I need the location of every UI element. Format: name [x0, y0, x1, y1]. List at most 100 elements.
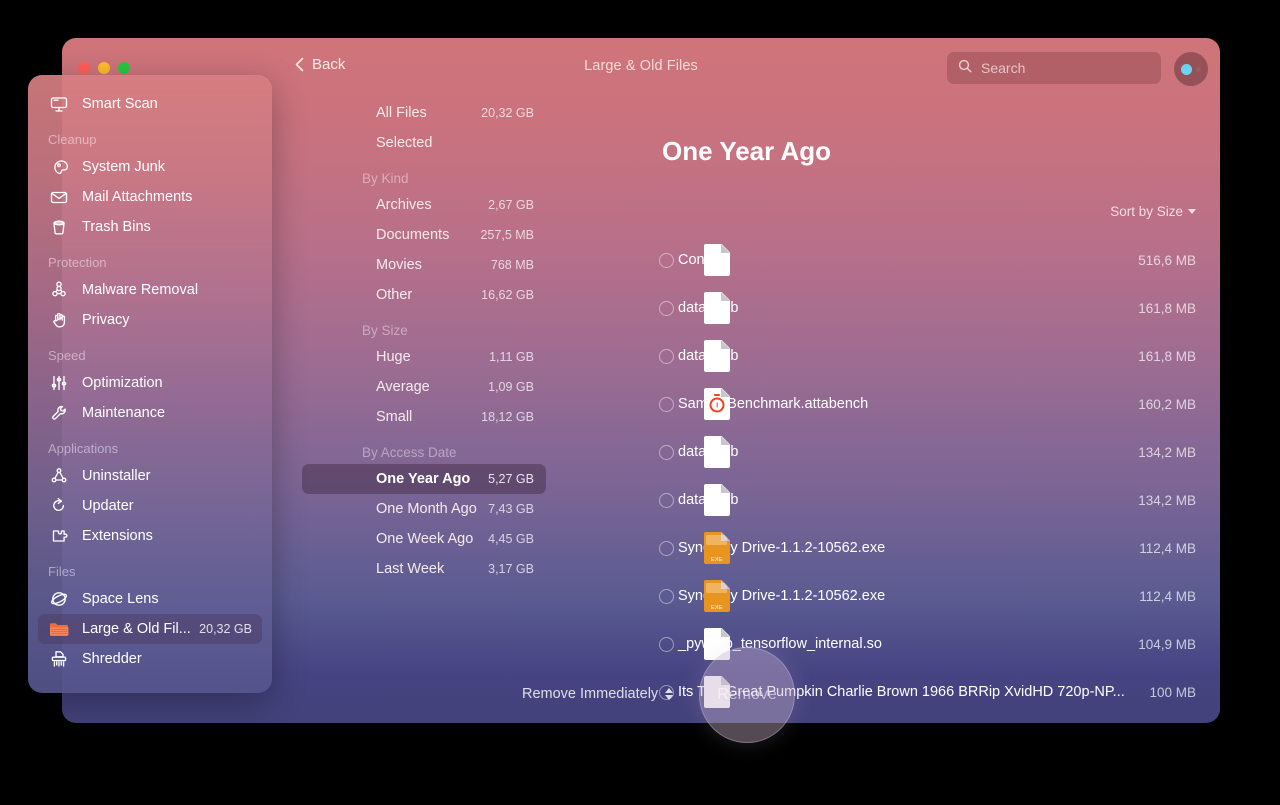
sidebar-group-label: Speed [48, 348, 86, 363]
sort-button[interactable]: Sort by Size [1110, 204, 1196, 219]
file-checkbox[interactable] [659, 444, 674, 460]
sidebar-item-space-lens[interactable]: Space Lens [38, 584, 262, 614]
file-name: data.mdb [662, 444, 1124, 460]
sidebar-item-system-junk[interactable]: System Junk [38, 152, 262, 182]
filter-item-one-week-ago[interactable]: One Week Ago 4,45 GB [302, 524, 546, 554]
file-row[interactable]: data.mdb 161,8 MB [548, 332, 1220, 380]
puzzle-piece-icon [48, 525, 70, 547]
filter-item-size: 18,12 GB [481, 410, 534, 424]
file-size: 161,8 MB [1138, 300, 1196, 316]
filter-item-one-year-ago[interactable]: One Year Ago 5,27 GB [302, 464, 546, 494]
file-name: Synology Drive-1.1.2-10562.exe [678, 540, 886, 556]
filter-item-other[interactable]: Other 16,62 GB [302, 280, 546, 310]
file-size: 161,8 MB [1138, 348, 1196, 364]
sidebar-item-extensions[interactable]: Extensions [38, 521, 262, 551]
monitor-icon [48, 93, 70, 115]
file-checkbox[interactable] [659, 492, 674, 508]
filter-item-movies[interactable]: Movies 768 MB [302, 250, 546, 280]
filter-item-one-month-ago[interactable]: One Month Ago 7,43 GB [302, 494, 546, 524]
sidebar: Smart Scan Cleanup System Junk Mail Attachm… [28, 75, 272, 693]
filter-item-size: 4,45 GB [488, 532, 534, 546]
sidebar-item-label: Updater [82, 498, 134, 514]
file-row[interactable]: data.mdb 161,8 MB [548, 284, 1220, 332]
sidebar-item-label: Trash Bins [82, 219, 151, 235]
sidebar-item-shredder[interactable]: Shredder [38, 644, 262, 674]
sidebar-group-label: Files [48, 564, 76, 579]
file-checkbox[interactable] [659, 348, 674, 364]
filter-item-archives[interactable]: Archives 2,67 GB [302, 190, 546, 220]
file-checkbox[interactable] [659, 636, 674, 652]
file-name: SampleBenchmark.attabench [678, 396, 869, 412]
avatar[interactable] [1174, 52, 1208, 86]
filter-item-label: One Month Ago [376, 501, 477, 517]
filter-item-label: All Files [376, 105, 427, 121]
file-checkbox[interactable] [659, 540, 674, 556]
filter-item-label: Selected [376, 135, 433, 151]
filter-item-size: 7,43 GB [488, 502, 534, 516]
search-input[interactable] [981, 60, 1150, 76]
file-checkbox[interactable] [659, 588, 674, 604]
file-checkbox[interactable] [659, 396, 674, 412]
sidebar-item-large-old-fil[interactable]: Large & Old Fil... 20,32 GB [38, 614, 262, 644]
refresh-arrow-icon [48, 495, 70, 517]
filter-item-size: 3,17 GB [488, 562, 534, 576]
sidebar-item-trash-bins[interactable]: Trash Bins [38, 212, 262, 242]
sidebar-item-mail-attachments[interactable]: Mail Attachments [38, 182, 262, 212]
file-row[interactable]: data.mdb 134,2 MB [548, 476, 1220, 524]
file-name: Synology Drive-1.1.2-10562.exe [678, 588, 886, 604]
filter-item-documents[interactable]: Documents 257,5 MB [302, 220, 546, 250]
file-row[interactable]: EXE Synology Drive-1.1.2-10562.exe 112,4 M… [548, 524, 1220, 572]
filter-item-average[interactable]: Average 1,09 GB [302, 372, 546, 402]
file-size: 134,2 MB [1138, 444, 1196, 460]
file-checkbox[interactable] [659, 300, 674, 316]
file-size: 516,6 MB [1138, 252, 1196, 268]
sidebar-item-label: Shredder [82, 651, 142, 667]
sidebar-item-label: Mail Attachments [82, 189, 193, 205]
remove-button[interactable]: Remove [699, 647, 795, 743]
file-row[interactable]: EXE Synology Drive-1.1.2-10562.exe 112,4 M… [548, 572, 1220, 620]
filter-item-selected[interactable]: Selected [302, 128, 546, 158]
filter-item-label: Documents [376, 227, 450, 243]
filter-item-huge[interactable]: Huge 1,11 GB [302, 342, 546, 372]
filter-item-size: 1,11 GB [489, 350, 534, 364]
filter-item-small[interactable]: Small 18,12 GB [302, 402, 546, 432]
sidebar-item-privacy[interactable]: Privacy [38, 305, 262, 335]
sidebar-group-label: Applications [48, 441, 119, 456]
document-icon [704, 244, 730, 276]
file-row[interactable]: SampleBenchmark.attabench 160,2 MB [548, 380, 1220, 428]
filter-item-label: One Year Ago [376, 471, 471, 487]
file-row[interactable]: data.mdb 134,2 MB [548, 428, 1220, 476]
sidebar-item-label: System Junk [82, 159, 165, 175]
sidebar-item-maintenance[interactable]: Maintenance [38, 398, 262, 428]
filter-item-last-week[interactable]: Last Week 3,17 GB [302, 554, 546, 584]
remove-mode-label: Remove Immediately [522, 686, 659, 702]
folder-icon [48, 618, 70, 640]
sidebar-item-uninstaller[interactable]: Uninstaller [38, 461, 262, 491]
document-icon [704, 292, 730, 324]
filter-item-size: 257,5 MB [480, 228, 534, 242]
filter-item-size: 2,67 GB [488, 198, 534, 212]
sidebar-item-label: Privacy [82, 312, 130, 328]
file-name: data.mdb [662, 492, 1124, 508]
file-checkbox[interactable] [659, 252, 674, 268]
sidebar-item-smart-scan[interactable]: Smart Scan [38, 89, 262, 119]
file-row[interactable]: Content 516,6 MB [548, 236, 1220, 284]
avatar-secondary-dot [1196, 66, 1201, 72]
search-field[interactable] [947, 52, 1161, 84]
filter-group-label: By Kind [362, 171, 409, 186]
sidebar-item-malware-removal[interactable]: Malware Removal [38, 275, 262, 305]
filter-item-all-files[interactable]: All Files 20,32 GB [302, 98, 546, 128]
sidebar-item-updater[interactable]: Updater [38, 491, 262, 521]
sidebar-item-label: Space Lens [82, 591, 159, 607]
sidebar-item-optimization[interactable]: Optimization [38, 368, 262, 398]
molecule-icon [48, 465, 70, 487]
filter-item-label: Huge [376, 349, 411, 365]
file-name: data.mdb [662, 348, 1124, 364]
filter-item-size: 768 MB [490, 258, 534, 272]
file-name: data.mdb [662, 300, 1124, 316]
envelope-icon [48, 186, 70, 208]
content-pane: One Year Ago Sort by Size Content 516,6 M… [548, 98, 1220, 723]
filter-item-size: 16,62 GB [481, 288, 534, 302]
exe-icon: EXE [704, 580, 730, 612]
remove-mode-select[interactable]: Remove Immediately [522, 686, 674, 702]
